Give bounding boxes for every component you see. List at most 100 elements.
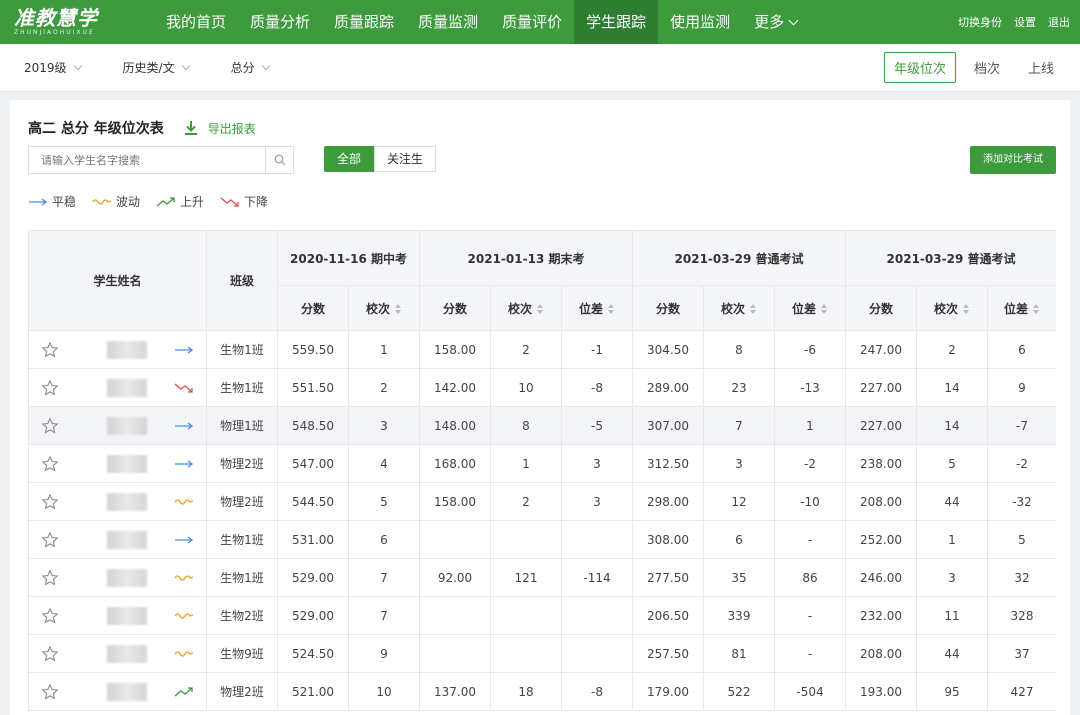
student-cell-content	[29, 483, 206, 520]
app-logo[interactable]: 准教慧学 ZHUNJIAOHUIXUE	[0, 0, 140, 44]
nav-item-4[interactable]: 质量评价	[490, 0, 574, 44]
cell-value: 238.00	[845, 444, 917, 483]
search-input[interactable]	[29, 147, 265, 173]
cell-value: 529.00	[277, 558, 349, 597]
student-cell-content	[29, 521, 206, 558]
cell-value: 328	[987, 596, 1056, 635]
chevron-down-icon	[788, 15, 799, 25]
table-row[interactable]: 生物1班 559.50 1 158.00 2 -1 304.50 8 -6 247.00 2 6	[28, 330, 1056, 369]
view-tab-2[interactable]: 上线	[1018, 52, 1064, 83]
logo-text: 准教慧学	[14, 6, 98, 30]
cell-value	[419, 520, 491, 559]
cell-value: 14	[916, 368, 988, 407]
top-link-1[interactable]: 设置	[1014, 14, 1036, 30]
star-outline-icon[interactable]	[41, 417, 59, 435]
table-row[interactable]: 物理2班 547.00 4 168.00 1 3 312.50 3 -2 238.00 5 -2	[28, 444, 1056, 483]
cell-value	[419, 634, 491, 673]
cell-value: 4	[348, 444, 420, 483]
subcol-diff-2[interactable]: 位差	[774, 285, 846, 331]
download-icon	[184, 121, 197, 135]
nav-item-5[interactable]: 学生跟踪	[574, 0, 659, 44]
subcol-diff-1[interactable]: 位差	[561, 285, 633, 331]
filter-dropdown-1[interactable]: 历史类/文	[123, 59, 190, 76]
subcol-rank-2[interactable]: 校次	[703, 285, 775, 331]
cell-value: 179.00	[632, 672, 704, 711]
export-report-button[interactable]: 导出报表	[182, 119, 256, 137]
view-tab-1[interactable]: 档次	[964, 52, 1010, 83]
cell-value: 3	[348, 406, 420, 445]
subcol-diff-3[interactable]: 位差	[987, 285, 1056, 331]
trend-up-icon	[174, 686, 193, 696]
arrow-right-icon	[175, 345, 194, 354]
segment-1[interactable]: 关注生	[374, 146, 437, 172]
table-row[interactable]: 生物2班 529.00 7 206.50 339-232.00 11 328	[28, 596, 1056, 635]
cell-value: 206.50	[632, 596, 704, 635]
star-outline-icon[interactable]	[41, 569, 59, 587]
cell-value: 522	[703, 672, 775, 711]
table-row[interactable]: 物理2班 544.50 5 158.00 2 3 298.00 12 -10 208.00 44 -3…	[28, 482, 1056, 521]
subcol-rank-1[interactable]: 校次	[490, 285, 562, 331]
star-outline-icon[interactable]	[41, 493, 59, 511]
table-row[interactable]: 生物1班 529.00 7 92.00 121 -114 277.50 35 86 246.00 3…	[28, 558, 1056, 597]
student-name-redacted	[107, 682, 147, 701]
trend-down-icon	[174, 383, 193, 393]
subcol-rank-3[interactable]: 校次	[916, 285, 988, 331]
table-row[interactable]: 物理1班 548.50 3 148.00 8 -5 307.00 7 1 227.00 14 -7	[28, 406, 1056, 445]
nav-item-2[interactable]: 质量跟踪	[322, 0, 406, 44]
star-outline-icon[interactable]	[41, 455, 59, 473]
nav-more-menu[interactable]: 更多	[742, 0, 809, 44]
table-row[interactable]: 物理2班 521.00 10 137.00 18 -8 179.00 522 -504 193.0…	[28, 672, 1056, 711]
star-outline-icon[interactable]	[41, 341, 59, 359]
chevron-down-icon	[73, 61, 82, 70]
sort-icon[interactable]	[821, 304, 828, 314]
col-class: 班级	[206, 230, 278, 331]
cell-value: -2	[987, 444, 1056, 483]
star-outline-icon[interactable]	[41, 607, 59, 625]
student-name-redacted	[107, 492, 147, 511]
add-compare-exam-button[interactable]: 添加对比考试	[970, 146, 1056, 174]
subcol-label: 校次	[933, 301, 958, 316]
subcol-label: 校次	[720, 301, 745, 316]
nav-item-6[interactable]: 使用监测	[658, 0, 742, 44]
top-right-links: 切换身份 设置 退出	[958, 14, 1080, 30]
filter-label: 总分	[230, 61, 255, 75]
table-row[interactable]: 生物1班 531.00 6 308.00 6-252.00 1 5	[28, 520, 1056, 559]
page-title: 高二 总分 年级位次表	[28, 121, 164, 137]
cell-value: 44	[916, 634, 988, 673]
filter-dropdown-0[interactable]: 2019级	[24, 59, 82, 76]
sort-icon[interactable]	[750, 304, 757, 314]
view-tab-0[interactable]: 年级位次	[883, 52, 956, 83]
sort-icon[interactable]	[1033, 304, 1040, 314]
subcol-rank-0[interactable]: 校次	[348, 285, 420, 331]
nav-item-1[interactable]: 质量分析	[238, 0, 322, 44]
nav-item-0[interactable]: 我的首页	[154, 0, 238, 44]
star-outline-icon[interactable]	[41, 683, 59, 701]
cell-value: -5	[561, 406, 633, 445]
star-outline-icon[interactable]	[41, 645, 59, 663]
cell-value: -13	[774, 368, 846, 407]
sort-icon[interactable]	[963, 304, 970, 314]
search-button[interactable]	[265, 147, 293, 173]
segment-0[interactable]: 全部	[324, 146, 375, 172]
nav-item-3[interactable]: 质量监测	[406, 0, 490, 44]
table-row[interactable]: 生物1班 551.50 2 142.00 10 -8 289.00 23 -13 227.00 14…	[28, 368, 1056, 407]
sort-icon[interactable]	[395, 304, 402, 314]
sort-icon[interactable]	[537, 304, 544, 314]
sort-icon[interactable]	[608, 304, 615, 314]
top-link-2[interactable]: 退出	[1048, 14, 1070, 30]
wave-icon	[174, 612, 194, 619]
cell-value: 12	[703, 482, 775, 521]
top-link-0[interactable]: 切换身份	[958, 14, 1002, 30]
cell-value: 121	[490, 558, 562, 597]
top-nav-bar: 准教慧学 ZHUNJIAOHUIXUE 我的首页 质量分析 质量跟踪 质量监测 质量评价…	[0, 0, 1080, 44]
cell-value: -2	[774, 444, 846, 483]
cell-value: 142.00	[419, 368, 491, 407]
star-outline-icon[interactable]	[41, 379, 59, 397]
student-name-redacted	[107, 530, 147, 549]
legend-item-2: 上升	[156, 193, 204, 210]
star-outline-icon[interactable]	[41, 531, 59, 549]
filter-dropdown-2[interactable]: 总分	[230, 59, 270, 76]
cell-value: 18	[490, 672, 562, 711]
cell-value: 6	[348, 520, 420, 559]
table-row[interactable]: 生物9班 524.50 9 257.50 81-208.00 44 37	[28, 634, 1056, 673]
